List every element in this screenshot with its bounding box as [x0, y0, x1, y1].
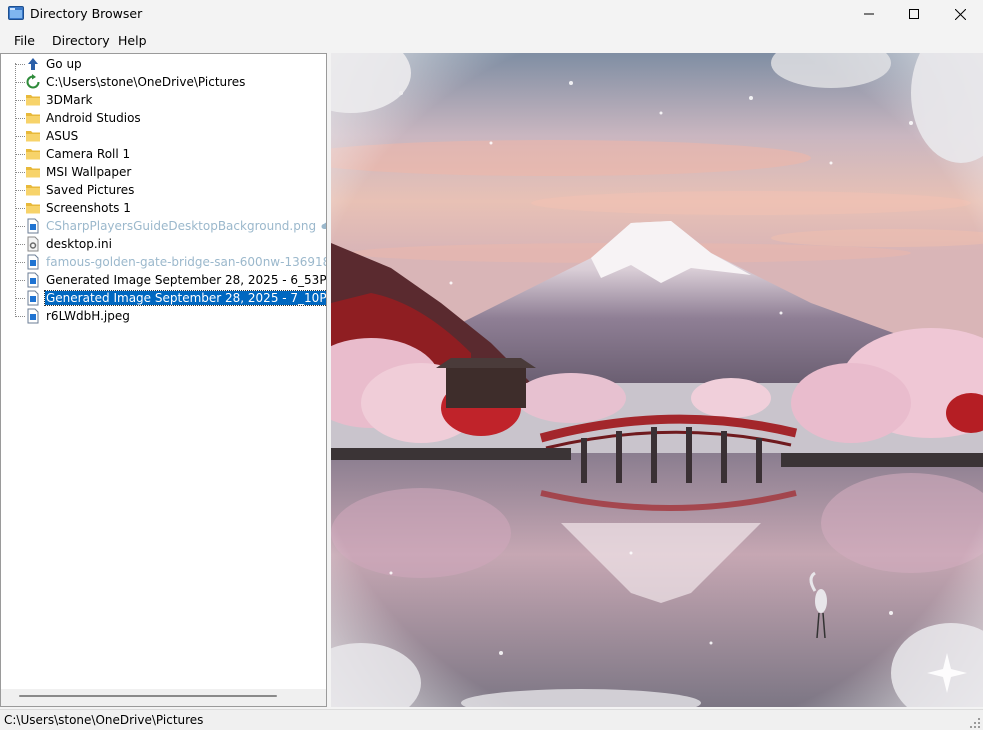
title-bar: Directory Browser: [0, 0, 983, 28]
image-file-icon: [25, 272, 41, 288]
tree-item[interactable]: famous-golden-gate-bridge-san-600nw-1369…: [1, 253, 326, 271]
tree-item-label: 3DMark: [46, 93, 93, 107]
tree-item[interactable]: r6LWdbH.jpeg: [1, 307, 326, 325]
tree-connector: [15, 262, 25, 263]
close-icon: [954, 8, 966, 20]
image-file-icon: [25, 290, 41, 306]
tree-item-label: Screenshots 1: [46, 201, 131, 215]
tree-connector: [15, 154, 25, 155]
refresh-icon: [25, 74, 41, 90]
tree-item-label: C:\Users\stone\OneDrive\Pictures: [46, 75, 246, 89]
app-icon: [8, 6, 24, 20]
tree-item-label: famous-golden-gate-bridge-san-600nw-1369…: [46, 255, 326, 269]
folder-icon: [25, 92, 41, 108]
tree-connector: [15, 298, 25, 299]
tree-connector: [15, 244, 25, 245]
cloud-icon: [321, 219, 326, 233]
tree-item-label: r6LWdbH.jpeg: [46, 309, 130, 323]
tree-item-label: Generated Image September 28, 2025 - 7_1…: [44, 290, 326, 306]
tree-connector: [15, 316, 25, 317]
maximize-icon: [909, 9, 919, 19]
maximize-button[interactable]: [891, 0, 937, 28]
folder-icon: [25, 110, 41, 126]
tree-item-label: ASUS: [46, 129, 79, 143]
tree-item[interactable]: 3DMark: [1, 91, 326, 109]
tree-item[interactable]: Generated Image September 28, 2025 - 7_1…: [1, 289, 326, 307]
tree-item-label: desktop.ini: [46, 237, 112, 251]
folder-icon: [25, 164, 41, 180]
tree-item[interactable]: CSharpPlayersGuideDesktopBackground.png: [1, 217, 326, 235]
status-path: C:\Users\stone\OneDrive\Pictures: [4, 713, 204, 727]
menu-bar: File Directory Help: [0, 28, 983, 52]
close-button[interactable]: [937, 0, 983, 28]
preview-image: [331, 53, 983, 707]
tree-item[interactable]: MSI Wallpaper: [1, 163, 326, 181]
tree-item-label: Saved Pictures: [46, 183, 135, 197]
tree-item-label: CSharpPlayersGuideDesktopBackground.png: [45, 219, 326, 233]
minimize-button[interactable]: [846, 0, 892, 28]
tree-item[interactable]: ASUS: [1, 127, 326, 145]
tree-item-label: Generated Image September 28, 2025 - 6_5…: [46, 273, 327, 287]
folder-icon: [25, 146, 41, 162]
tree-item[interactable]: Saved Pictures: [1, 181, 326, 199]
tree-connector: [15, 136, 25, 137]
image-file-icon: [25, 254, 41, 270]
tree-connector: [15, 82, 25, 83]
tree-item-label: Camera Roll 1: [46, 147, 131, 161]
arrow-up-icon: [25, 56, 41, 72]
tree-connector: [15, 100, 25, 101]
menu-directory[interactable]: Directory: [52, 33, 110, 48]
folder-icon: [25, 200, 41, 216]
horizontal-scrollbar[interactable]: [1, 689, 326, 706]
status-bar: C:\Users\stone\OneDrive\Pictures: [0, 709, 983, 730]
tree-item[interactable]: Android Studios: [1, 109, 326, 127]
tree-item-label: Go up: [46, 57, 82, 71]
image-file-icon: [25, 308, 41, 324]
tree-connector: [15, 172, 25, 173]
menu-file[interactable]: File: [14, 33, 35, 48]
tree-item[interactable]: Go up: [1, 55, 326, 73]
folder-icon: [25, 128, 41, 144]
scrollbar-thumb[interactable]: [19, 695, 277, 697]
image-file-icon: [25, 218, 41, 234]
tree-item[interactable]: Camera Roll 1: [1, 145, 326, 163]
tree-connector: [15, 118, 25, 119]
tree-item[interactable]: desktop.ini: [1, 235, 326, 253]
tree-item[interactable]: C:\Users\stone\OneDrive\Pictures: [1, 73, 326, 91]
tree-connector: [15, 190, 25, 191]
settings-file-icon: [25, 236, 41, 252]
window-title: Directory Browser: [30, 6, 143, 21]
image-preview: [331, 53, 983, 707]
tree-connector: [15, 64, 25, 65]
resize-grip-icon[interactable]: [970, 718, 980, 728]
tree-connector: [15, 280, 25, 281]
minimize-icon: [864, 13, 874, 15]
tree-connector: [15, 226, 25, 227]
folder-icon: [25, 182, 41, 198]
tree-connector: [15, 208, 25, 209]
tree-item-label: Android Studios: [46, 111, 141, 125]
directory-tree[interactable]: Go up C:\Users\stone\OneDrive\Pictures 3DM…: [0, 53, 327, 707]
tree-item[interactable]: Generated Image September 28, 2025 - 6_5…: [1, 271, 327, 289]
tree-item[interactable]: Screenshots 1: [1, 199, 326, 217]
tree-item-label: MSI Wallpaper: [46, 165, 132, 179]
menu-help[interactable]: Help: [118, 33, 147, 48]
